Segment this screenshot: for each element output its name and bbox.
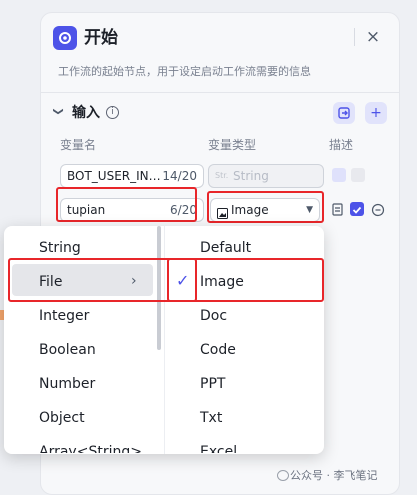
panel-description: 工作流的起始节点，用于设定启动工作流需要的信息 [58,65,311,78]
menu-item-code[interactable]: Code [200,341,236,359]
description-icon[interactable] [332,202,344,216]
panel-title: 开始 [84,28,118,48]
column-header-name: 变量名 [60,138,97,152]
menu-item-string[interactable]: String [39,239,81,257]
menu-item-number[interactable]: Number [39,375,95,393]
watermark-text: 公众号 · 李飞笔记 [290,469,378,482]
collapse-chevron-icon[interactable]: ❯ [53,107,64,115]
menu-item-txt[interactable]: Txt [200,409,222,427]
section-title: 输入 [72,105,100,121]
column-header-type: 变量类型 [208,138,257,152]
menu-item-ppt[interactable]: PPT [200,375,225,393]
remove-variable-icon[interactable] [371,202,385,217]
wechat-logo-icon [277,470,289,481]
description-icon[interactable] [332,168,346,182]
required-checkbox[interactable] [350,202,364,216]
start-node-icon [53,26,77,50]
highlight-box-type [207,191,324,223]
menu-item-integer[interactable]: Integer [39,307,89,325]
add-variable-button[interactable]: + [365,102,387,124]
highlight-box-name [56,187,197,222]
menu-item-array-string[interactable]: Array<String> [39,443,142,453]
close-icon[interactable]: × [364,26,382,48]
menu-item-default[interactable]: Default [200,239,251,257]
variable-name-field[interactable]: BOT_USER_IN… 14/20 [60,164,204,188]
info-icon[interactable]: i [106,106,119,119]
column-header-desc: 描述 [329,138,354,152]
import-variables-button[interactable] [333,102,355,124]
required-checkbox-disabled [351,168,365,182]
menu-item-object[interactable]: Object [39,409,85,427]
menu-item-doc[interactable]: Doc [200,307,227,325]
highlight-box-image [167,258,324,302]
menu-item-boolean[interactable]: Boolean [39,341,96,359]
header-divider [354,28,355,46]
header-separator [41,92,399,93]
variable-type-select-disabled: Str. String [208,164,324,188]
menu-item-excel[interactable]: Excel [200,443,237,453]
